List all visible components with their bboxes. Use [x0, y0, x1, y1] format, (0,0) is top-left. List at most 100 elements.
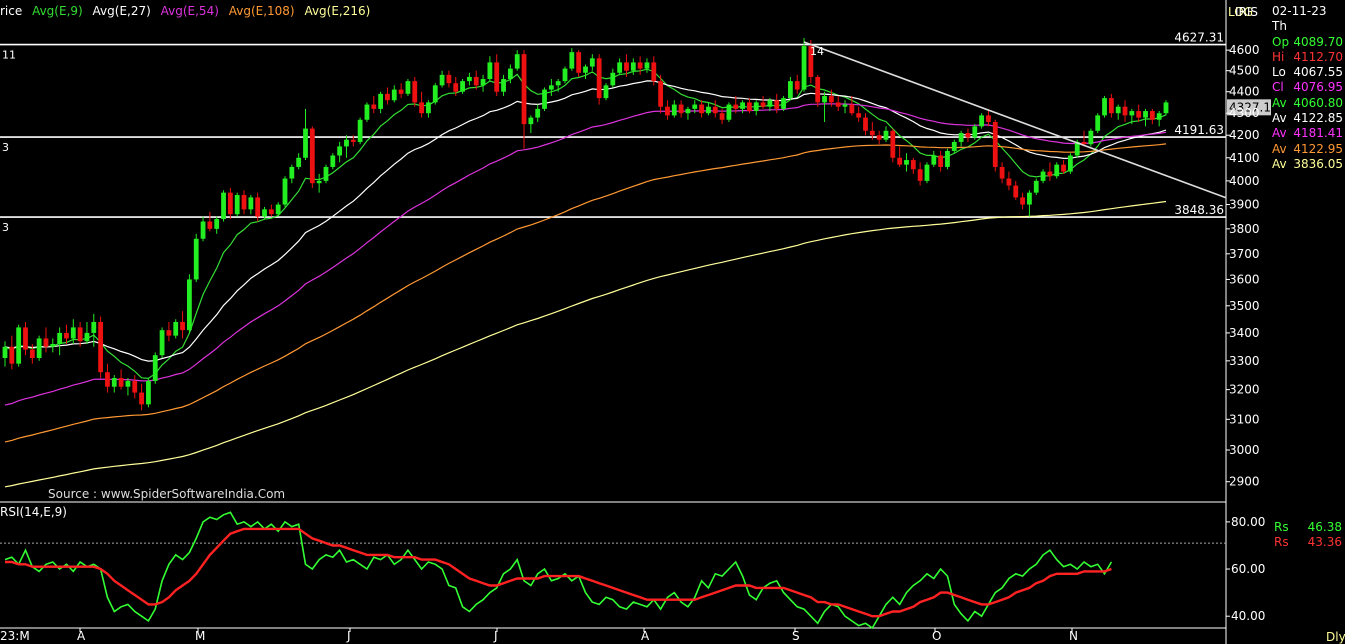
price-tick-label: 4400	[1229, 85, 1260, 99]
info-key: Av	[1272, 126, 1287, 141]
candle-body	[29, 349, 35, 359]
candle-body	[70, 327, 76, 339]
candle	[699, 100, 704, 118]
candle	[1095, 113, 1101, 134]
candle	[139, 383, 144, 411]
candle	[412, 76, 418, 107]
candle-body	[303, 128, 308, 158]
candle	[16, 324, 22, 367]
info-row: Op 4089.70	[1272, 35, 1345, 50]
candle-body	[671, 104, 677, 116]
rsi-info-key: Rs	[1274, 520, 1289, 534]
price-tick-label: 3300	[1229, 354, 1260, 368]
candle	[924, 162, 930, 184]
price-tick-label: 2900	[1229, 475, 1260, 489]
info-value: 4122.95	[1293, 141, 1343, 156]
price-axis[interactable]: 2900 3000 3100 3200 3300 3400 3500 3600 3700 3800…	[1226, 43, 1260, 489]
candle-body	[234, 195, 240, 215]
candle-body	[986, 115, 991, 122]
info-key: Cl	[1272, 80, 1284, 95]
candle-body	[9, 346, 15, 364]
price-tick-label: 3200	[1229, 383, 1260, 397]
candle	[917, 162, 923, 186]
candle-body	[992, 121, 998, 167]
info-value: 4112.70	[1293, 49, 1343, 64]
candle	[1102, 95, 1107, 118]
candle-body	[1033, 180, 1039, 193]
candle-body	[23, 327, 28, 350]
candle-body	[651, 62, 657, 82]
candle-body	[972, 126, 978, 138]
candle	[152, 352, 158, 384]
candle	[514, 50, 520, 71]
candle	[712, 100, 718, 118]
candle	[36, 335, 42, 361]
time-axis[interactable]: 23:M A M J J A S O N	[0, 628, 1078, 643]
candle	[221, 190, 226, 222]
candle	[487, 56, 493, 82]
candle	[1156, 111, 1162, 127]
candle-body	[186, 279, 192, 331]
candle-body	[296, 157, 302, 167]
candle-body	[316, 180, 322, 184]
candle	[57, 327, 63, 356]
candle	[357, 117, 363, 145]
info-value: 4122.85	[1293, 111, 1343, 126]
candle-body	[1013, 185, 1019, 198]
candle	[467, 72, 472, 86]
candle	[371, 95, 377, 114]
candle-body	[910, 160, 916, 170]
candle-body	[268, 209, 274, 215]
candle-body	[453, 83, 459, 92]
candle-body	[931, 155, 937, 165]
candle-body	[890, 130, 896, 158]
candle-body	[740, 102, 745, 109]
candle	[753, 100, 759, 116]
rsi-tick-label: 80.00	[1231, 515, 1265, 529]
candle	[426, 100, 431, 118]
candle-body	[487, 62, 493, 80]
level-label: 4191.63	[1174, 123, 1224, 137]
candle	[1033, 178, 1039, 196]
candle	[1027, 190, 1032, 217]
info-key: Av	[1272, 95, 1287, 110]
candle	[1143, 108, 1148, 127]
info-row: Cl 4076.95	[1272, 80, 1345, 95]
candle	[1122, 100, 1128, 122]
candle-body	[91, 321, 97, 333]
candle-body	[1156, 113, 1162, 120]
candle-body	[610, 72, 616, 86]
candle-body	[214, 219, 220, 229]
candle-body	[173, 321, 179, 336]
candle	[166, 321, 172, 342]
candle-body	[815, 76, 821, 103]
candle-body	[139, 392, 144, 405]
candle-body	[255, 197, 261, 217]
candle	[1040, 169, 1046, 184]
candle	[494, 54, 500, 96]
chart-canvas: 4627.31114191.6333848.3634327.15 14 2900…	[0, 0, 1279, 644]
candle-body	[883, 130, 889, 140]
candle-body	[446, 74, 452, 84]
candle-body	[760, 102, 766, 107]
candle-body	[1143, 111, 1148, 118]
candle-body	[460, 81, 465, 92]
price-tick-label: 4600	[1229, 43, 1260, 57]
candle-body	[521, 54, 527, 125]
price-tick-label: 4100	[1229, 151, 1260, 165]
moving-averages	[4, 68, 1167, 488]
candle	[1020, 192, 1025, 210]
candle-body	[1006, 178, 1012, 186]
candle-body	[951, 141, 957, 151]
candle-body	[787, 81, 793, 99]
candle-body	[678, 104, 684, 114]
rsi-tick-label: 60.00	[1231, 562, 1265, 576]
period-label[interactable]: Dly	[1326, 630, 1345, 644]
candle-body	[385, 93, 390, 101]
candle-body	[227, 192, 233, 215]
candle-body	[241, 195, 247, 210]
candle-body	[863, 117, 868, 131]
time-tick-label: A	[77, 629, 86, 643]
candle-body	[1129, 111, 1135, 116]
candle	[296, 153, 302, 170]
